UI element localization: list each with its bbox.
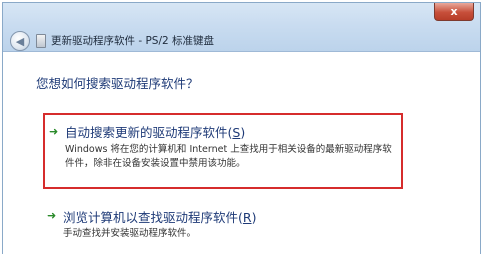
green-arrow-icon: ➜ bbox=[49, 125, 59, 138]
device-icon bbox=[36, 34, 46, 48]
dialog-window: x ◀ 更新驱动程序软件 - PS/2 标准键盘 您想如何搜索驱动程序软件？ ➜… bbox=[2, 2, 481, 254]
back-arrow-icon: ◀ bbox=[15, 34, 25, 48]
option-browse-computer-title[interactable]: 浏览计算机以查找驱动程序软件(R) bbox=[63, 207, 256, 226]
option-browse-computer-description: 手动查找并安装驱动程序软件。 bbox=[63, 228, 197, 239]
close-button[interactable]: x bbox=[434, 3, 474, 21]
page-question: 您想如何搜索驱动程序软件？ bbox=[36, 76, 199, 91]
option-auto-search[interactable]: ➜ 自动搜索更新的驱动程序软件(S) Windows 将在您的计算机和 Inte… bbox=[43, 113, 403, 189]
bottom-fade bbox=[3, 240, 480, 254]
close-icon: x bbox=[450, 5, 458, 18]
title-bar: x ◀ 更新驱动程序软件 - PS/2 标准键盘 bbox=[3, 3, 480, 52]
option-auto-search-title[interactable]: 自动搜索更新的驱动程序软件(S) bbox=[65, 122, 245, 141]
content-area: 您想如何搜索驱动程序软件？ ➜ 自动搜索更新的驱动程序软件(S) Windows… bbox=[3, 52, 480, 254]
green-arrow-icon: ➜ bbox=[47, 209, 57, 222]
back-button[interactable]: ◀ bbox=[10, 31, 30, 51]
option-auto-search-description: Windows 将在您的计算机和 Internet 上查找用于相关设备的最新驱动… bbox=[65, 144, 392, 169]
window-title: 更新驱动程序软件 - PS/2 标准键盘 bbox=[51, 35, 215, 47]
